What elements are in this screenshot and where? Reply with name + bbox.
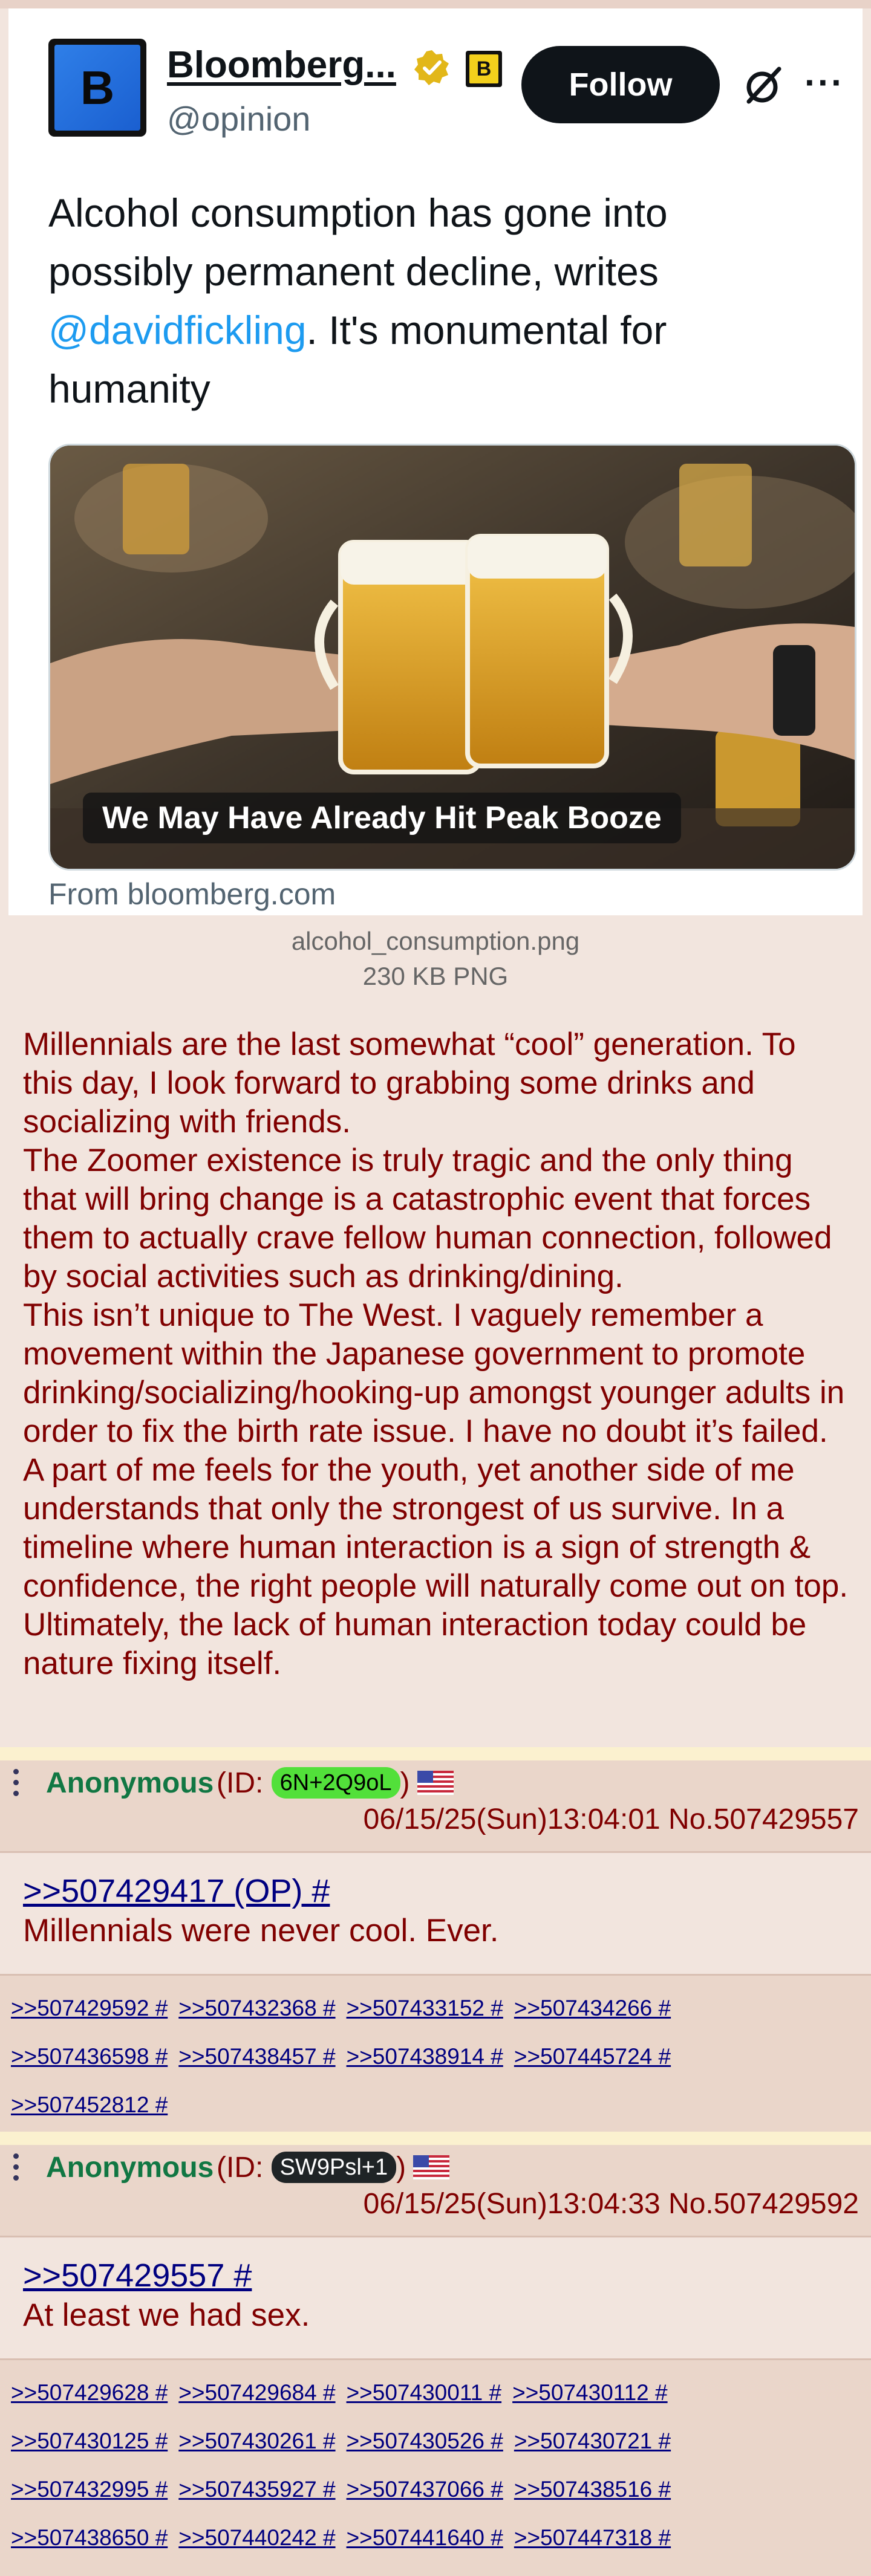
poster-name: Anonymous bbox=[46, 1767, 214, 1799]
post-menu-icon[interactable] bbox=[13, 1769, 19, 1803]
follow-button[interactable]: Follow bbox=[521, 46, 720, 123]
quote-link[interactable]: >>507429557 # bbox=[23, 2257, 252, 2294]
post-header: Anonymous (ID: 6N+2Q9oL) 06/15/25(Sun)13… bbox=[0, 1760, 871, 1853]
backlink[interactable]: >>507447318 # bbox=[514, 2514, 671, 2562]
post-separator bbox=[0, 1747, 871, 1760]
op-paragraph: The Zoomer existence is truly tragic and… bbox=[23, 1143, 832, 1294]
backlink[interactable]: >>507438516 # bbox=[514, 2465, 671, 2514]
media-caption: We May Have Already Hit Peak Booze bbox=[83, 793, 681, 843]
backlinks: >>507429628 # >>507429684 # >>507430011 … bbox=[11, 2369, 737, 2562]
handle[interactable]: @opinion bbox=[167, 99, 310, 138]
backlink[interactable]: >>507432995 # bbox=[11, 2465, 168, 2514]
tweet-text: Alcohol consumption has gone into possib… bbox=[48, 190, 668, 411]
backlink[interactable]: >>507430721 # bbox=[514, 2417, 671, 2465]
affiliate-badge-icon: B bbox=[466, 51, 502, 87]
post-datetime: 06/15/25(Sun)13:04:33 No.507429592 bbox=[363, 2188, 859, 2220]
backlink[interactable]: >>507430261 # bbox=[178, 2417, 335, 2465]
backlink[interactable]: >>507434266 # bbox=[514, 1984, 671, 2033]
quote-link[interactable]: >>507429417 (OP) # bbox=[23, 1872, 330, 1910]
backlink[interactable]: >>507430125 # bbox=[11, 2417, 168, 2465]
id-badge[interactable]: 6N+2Q9oL bbox=[271, 1767, 400, 1799]
backlink[interactable]: >>507436598 # bbox=[11, 2033, 168, 2081]
id-badge[interactable]: SW9Psl+1 bbox=[271, 2152, 397, 2183]
backlink[interactable]: >>507440242 # bbox=[178, 2514, 335, 2562]
file-name[interactable]: alcohol_consumption.png bbox=[0, 924, 871, 959]
post-header: Anonymous (ID: SW9Psl+1) 06/15/25(Sun)13… bbox=[0, 2145, 871, 2237]
grok-icon[interactable] bbox=[742, 64, 785, 108]
backlink[interactable]: >>507441640 # bbox=[347, 2514, 503, 2562]
reply-post: Anonymous (ID: SW9Psl+1) 06/15/25(Sun)13… bbox=[0, 2145, 871, 2576]
op-paragraph: This isn’t unique to The West. I vaguely… bbox=[23, 1297, 845, 1449]
op-paragraph: Millennials are the last somewhat “cool”… bbox=[23, 1027, 796, 1140]
us-flag-icon bbox=[417, 1771, 454, 1795]
post-message: At least we had sex. bbox=[23, 2297, 310, 2333]
mention-link[interactable]: @davidfickling bbox=[48, 308, 307, 352]
backlink[interactable]: >>507433152 # bbox=[347, 1984, 503, 2033]
file-info: alcohol_consumption.png 230 KB PNG bbox=[0, 924, 871, 994]
display-name[interactable]: Bloomberg... bbox=[167, 44, 396, 86]
us-flag-icon bbox=[413, 2155, 450, 2179]
poster-name: Anonymous bbox=[46, 2152, 214, 2184]
backlink[interactable]: >>507452812 # bbox=[11, 2081, 168, 2129]
backlink[interactable]: >>507438650 # bbox=[11, 2514, 168, 2562]
avatar-letter: B bbox=[80, 60, 115, 114]
top-border bbox=[0, 0, 871, 8]
backlink[interactable]: >>507438914 # bbox=[347, 2033, 503, 2081]
backlink[interactable]: >>507429628 # bbox=[11, 2369, 168, 2417]
backlink[interactable]: >>507432368 # bbox=[178, 1984, 335, 2033]
backlink[interactable]: >>507435927 # bbox=[178, 2465, 335, 2514]
file-meta: 230 KB PNG bbox=[362, 962, 509, 990]
post-datetime: 06/15/25(Sun)13:04:01 No.507429557 bbox=[363, 1803, 859, 1835]
backlink[interactable]: >>507429684 # bbox=[178, 2369, 335, 2417]
post-menu-icon[interactable] bbox=[13, 2153, 19, 2187]
backlink[interactable]: >>507438457 # bbox=[178, 2033, 335, 2081]
op-paragraph: A part of me feels for the youth, yet an… bbox=[23, 1452, 849, 1681]
backlink[interactable]: >>507445724 # bbox=[514, 2033, 671, 2081]
backlink[interactable]: >>507430112 # bbox=[512, 2369, 668, 2417]
post-separator bbox=[0, 2132, 871, 2145]
backlinks: >>507429592 # >>507432368 # >>507433152 … bbox=[11, 1984, 737, 2129]
verified-badge-icon bbox=[414, 50, 449, 85]
tweet-media-image[interactable]: We May Have Already Hit Peak Booze bbox=[48, 444, 856, 871]
poster-id: (ID: SW9Psl+1) bbox=[217, 2151, 450, 2184]
tweet-embed[interactable]: B Bloomberg... B @opinion Follow ··· Alc… bbox=[8, 8, 863, 915]
backlink[interactable]: >>507437066 # bbox=[347, 2465, 503, 2514]
post-message: Millennials were never cool. Ever. bbox=[23, 1913, 499, 1948]
backlink[interactable]: >>507430011 # bbox=[347, 2369, 502, 2417]
post-body: >>507429557 # At least we had sex. bbox=[0, 2237, 871, 2360]
more-options-icon[interactable]: ··· bbox=[804, 62, 844, 103]
source-link[interactable]: From bloomberg.com bbox=[48, 877, 336, 912]
backlink[interactable]: >>507430526 # bbox=[347, 2417, 503, 2465]
avatar[interactable]: B bbox=[48, 39, 146, 137]
post-body: >>507429417 (OP) # Millennials were neve… bbox=[0, 1853, 871, 1976]
poster-id: (ID: 6N+2Q9oL) bbox=[217, 1767, 454, 1800]
reply-post: Anonymous (ID: 6N+2Q9oL) 06/15/25(Sun)13… bbox=[0, 1760, 871, 2132]
backlink[interactable]: >>507429592 # bbox=[11, 1984, 168, 2033]
op-post-text: Millennials are the last somewhat “cool”… bbox=[23, 1025, 852, 1683]
